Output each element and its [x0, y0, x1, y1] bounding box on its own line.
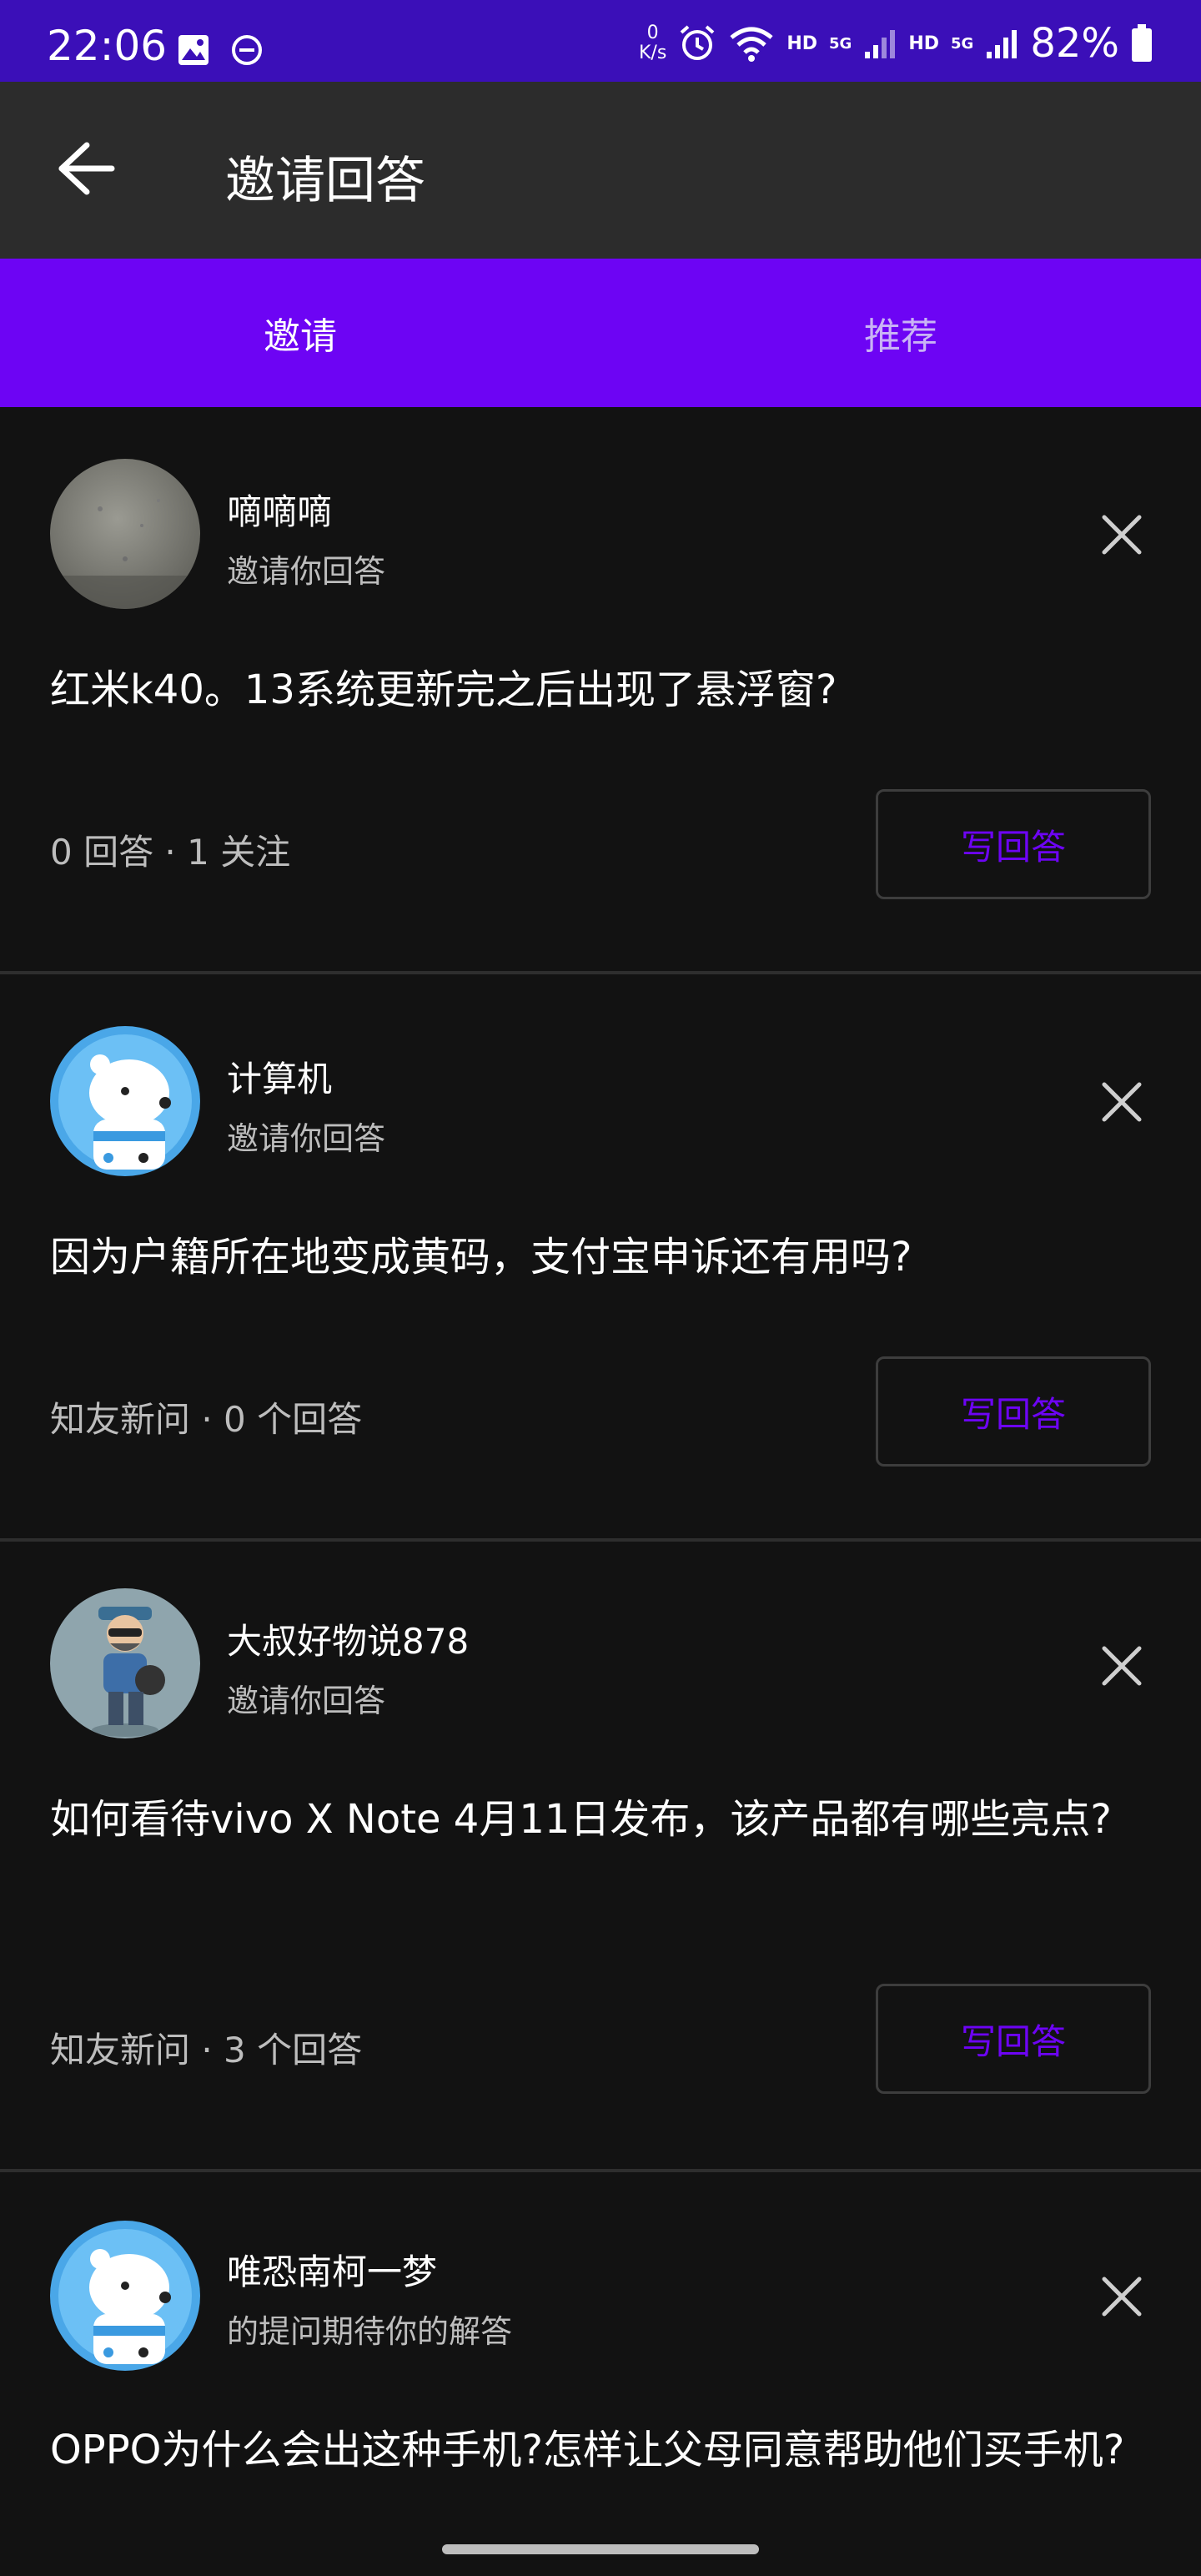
battery-percent: 82% — [1030, 20, 1119, 67]
polar-bear-avatar-image — [50, 1026, 200, 1176]
tab-recommend[interactable]: 推荐 — [600, 259, 1201, 407]
avatar[interactable] — [50, 2221, 200, 2371]
signal-icon-1 — [865, 30, 896, 58]
write-answer-button[interactable]: 写回答 — [876, 1356, 1151, 1467]
invite-subtitle: 邀请你回答 — [227, 553, 386, 590]
invite-subtitle: 邀请你回答 — [227, 1683, 386, 1719]
hd-label-1: HD — [786, 33, 817, 54]
image-notification-icon — [178, 35, 209, 65]
question-meta: 知友新问 · 3 个回答 — [50, 2030, 363, 2070]
question-title[interactable]: OPPO为什么会出这种手机?怎样让父母同意帮助他们买手机? — [50, 2418, 1151, 2483]
write-answer-button[interactable]: 写回答 — [876, 1984, 1151, 2094]
avatar[interactable] — [50, 1026, 200, 1176]
battery-icon — [1132, 24, 1152, 62]
app-bar: 邀请回答 — [0, 82, 1201, 259]
invite-card[interactable]: 计算机 邀请你回答 因为户籍所在地变成黄码，支付宝申诉还有用吗? 知友新问 · … — [0, 974, 1201, 1542]
speed-unit: K/s — [639, 43, 667, 63]
hd-label-2: HD — [908, 33, 939, 54]
user-name[interactable]: 计算机 — [227, 1051, 332, 1102]
invite-subtitle: 邀请你回答 — [227, 1120, 386, 1157]
write-answer-button[interactable]: 写回答 — [876, 789, 1151, 899]
invite-card[interactable]: 嘀嘀嘀 邀请你回答 红米k40。13系统更新完之后出现了悬浮窗? 0 回答 · … — [0, 407, 1201, 974]
network-speed: 0 K/s — [639, 23, 666, 63]
user-name[interactable]: 嘀嘀嘀 — [227, 484, 332, 535]
user-name[interactable]: 唯恐南柯一梦 — [227, 2244, 437, 2295]
status-bar: 22:06 0 K/s HD 5G HD 5G 82% — [0, 0, 1201, 82]
question-meta: 0 回答 · 1 关注 — [50, 832, 291, 873]
tab-invite[interactable]: 邀请 — [0, 259, 600, 407]
wifi-icon — [730, 27, 773, 62]
signal-icon-2 — [987, 30, 1018, 58]
question-meta: 知友新问 · 0 个回答 — [50, 1399, 363, 1440]
close-icon[interactable] — [1098, 1078, 1146, 1126]
close-icon[interactable] — [1098, 1642, 1146, 1690]
do-not-disturb-icon — [232, 35, 262, 65]
invite-card[interactable]: 大叔好物说878 邀请你回答 如何看待vivo X Note 4月11日发布，该… — [0, 1542, 1201, 2172]
status-right-cluster: 0 K/s HD 5G HD 5G 82% — [639, 20, 1153, 67]
close-icon[interactable] — [1098, 2272, 1146, 2321]
speed-value: 0 — [646, 23, 659, 43]
question-title[interactable]: 红米k40。13系统更新完之后出现了悬浮窗? — [50, 657, 1151, 722]
invite-card[interactable]: 唯恐南柯一梦 的提问期待你的解答 OPPO为什么会出这种手机?怎样让父母同意帮助… — [0, 2172, 1201, 2576]
question-title[interactable]: 如何看待vivo X Note 4月11日发布，该产品都有哪些亮点? — [50, 1787, 1151, 1852]
question-title[interactable]: 因为户籍所在地变成黄码，支付宝申诉还有用吗? — [50, 1225, 1151, 1290]
page-title: 邀请回答 — [225, 152, 425, 210]
tab-bar: 邀请 推荐 — [0, 259, 1201, 407]
stone-avatar-image — [50, 459, 200, 609]
cartoon-man-avatar-image — [50, 1588, 200, 1738]
avatar[interactable] — [50, 459, 200, 609]
close-icon[interactable] — [1098, 511, 1146, 559]
network-type-1: 5G — [829, 34, 852, 53]
alarm-icon — [680, 25, 715, 60]
arrow-left-icon[interactable] — [53, 142, 117, 195]
network-type-2: 5G — [951, 34, 974, 53]
invite-subtitle: 的提问期待你的解答 — [227, 2313, 513, 2350]
status-time: 22:06 — [47, 22, 168, 70]
avatar[interactable] — [50, 1588, 200, 1738]
polar-bear-avatar-image — [50, 2221, 200, 2371]
home-indicator[interactable] — [442, 2544, 759, 2554]
user-name[interactable]: 大叔好物说878 — [227, 1613, 469, 1664]
